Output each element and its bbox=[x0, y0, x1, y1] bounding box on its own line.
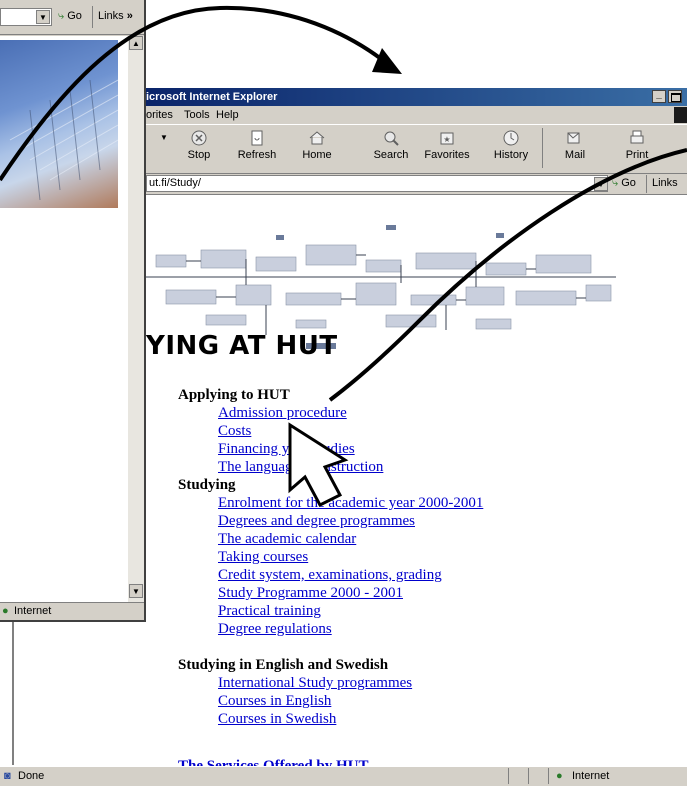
annotation-overlay bbox=[0, 5, 687, 507]
arrowhead-icon bbox=[372, 48, 402, 74]
cursor-arrow-icon bbox=[288, 422, 349, 507]
curved-arrow bbox=[0, 5, 397, 182]
curved-arrow bbox=[328, 148, 687, 402]
